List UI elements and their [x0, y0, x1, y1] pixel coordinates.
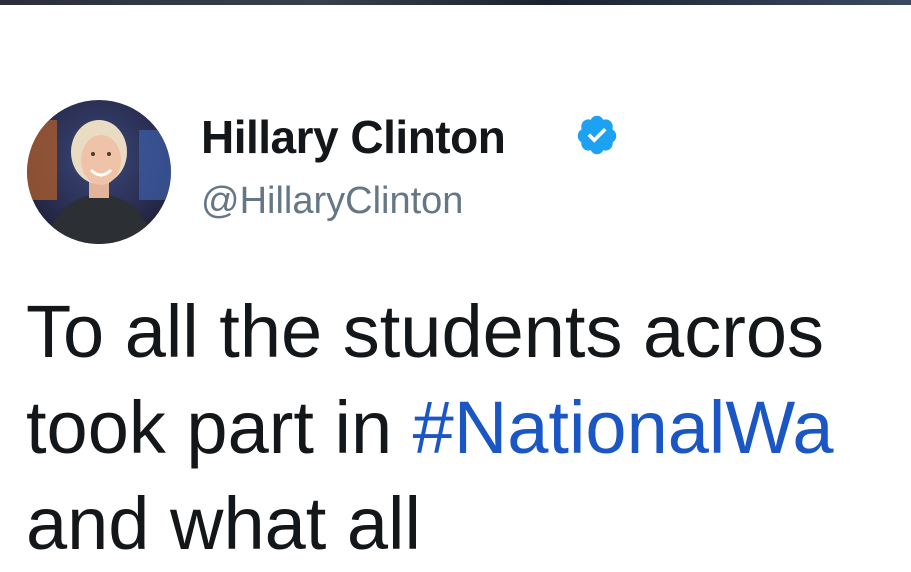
- tweet-line-1: To all the students acros: [26, 290, 824, 373]
- user-handle[interactable]: @HillaryClinton: [201, 180, 463, 223]
- tweet-line-3: and what all: [26, 482, 421, 565]
- display-name[interactable]: Hillary Clinton: [201, 110, 506, 164]
- hashtag-link[interactable]: #NationalWa: [413, 386, 834, 469]
- profile-photo-icon: [27, 100, 171, 244]
- top-image-strip: [0, 0, 911, 5]
- verified-badge-icon: [577, 115, 617, 155]
- tweet-line-2: took part in #NationalWa: [26, 380, 834, 476]
- tweet-line-2-text: took part in: [26, 386, 413, 469]
- tweet-text: To all the students acros took part in #…: [26, 284, 834, 572]
- avatar[interactable]: [27, 100, 171, 244]
